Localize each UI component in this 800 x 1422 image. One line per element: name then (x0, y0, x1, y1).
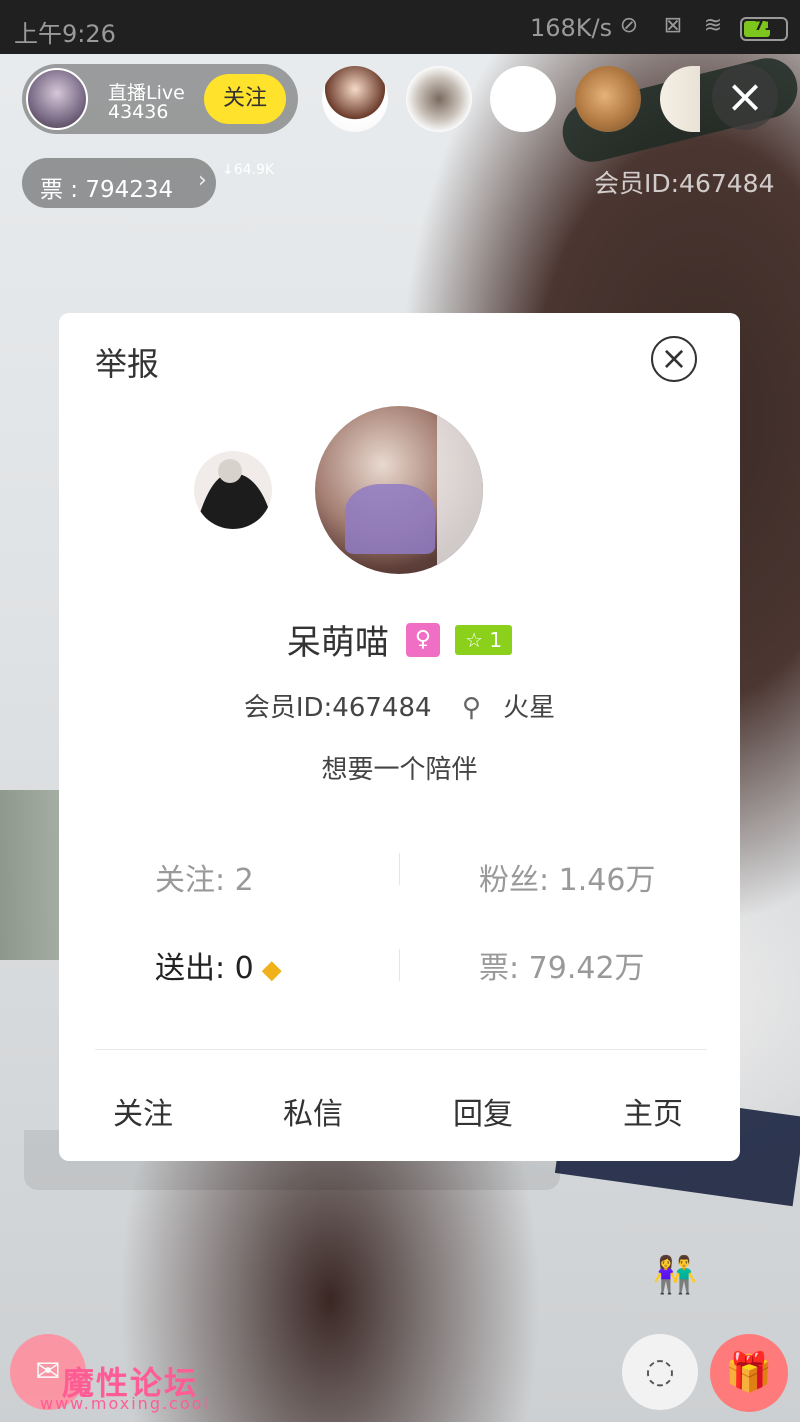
diamond-icon: ◆ (261, 955, 282, 985)
female-icon: ♀ (405, 622, 440, 657)
anchor-member-id: 会员ID:467484 (594, 169, 775, 198)
no-sim-icon: ⊠ (663, 13, 683, 38)
actions-divider (95, 1049, 707, 1050)
following-count[interactable]: 关注: 2 (155, 855, 254, 899)
viewer-avatar[interactable] (490, 66, 556, 132)
location: 火星 (503, 693, 556, 723)
fans-count[interactable]: 粉丝: 1.46万 (479, 855, 655, 899)
mute-icon: ⊘ (619, 13, 639, 38)
close-icon[interactable]: × (651, 336, 697, 382)
location-pin-icon: ⚲ (461, 693, 481, 723)
member-id: 会员ID:467484 (243, 693, 432, 723)
tickets-total: 票: 79.42万 (479, 951, 645, 986)
secondary-avatar-image (194, 459, 272, 529)
avatar-background (437, 406, 483, 574)
profile-dialog: 举报 × 呆萌喵 ♀ ☆ 1 会员ID:467484 ⚲ 火星 想要一个陪伴 关… (59, 313, 740, 1161)
viewer-avatar[interactable] (322, 66, 388, 132)
chevron-right-icon: › (198, 168, 207, 193)
anchor-viewer-count: 43436 (108, 101, 169, 123)
battery-icon: 71 (740, 17, 788, 41)
viewer-avatar[interactable] (575, 66, 641, 132)
profile-avatar[interactable] (315, 406, 483, 574)
nickname-row: 呆萌喵 ♀ ☆ 1 (59, 615, 740, 663)
battery-percent: 71 (754, 18, 774, 34)
stats-divider (399, 949, 400, 981)
sent-gifts[interactable]: 送出: 0 ◆ (155, 943, 282, 987)
stats-divider (399, 853, 400, 885)
sent-gifts-label: 送出: 0 (155, 951, 254, 986)
anchor-avatar[interactable] (26, 68, 88, 130)
level-badge: ☆ 1 (455, 624, 513, 655)
status-time: 上午9:26 (14, 20, 116, 48)
chat-icon[interactable]: ◌ (622, 1334, 698, 1410)
close-live-button[interactable]: × (712, 64, 778, 130)
tickets-label: 票 : 794234 (40, 177, 174, 203)
anchor-info-pill[interactable]: 直播Live 43436 关注 (22, 64, 298, 134)
report-link[interactable]: 举报 (95, 339, 159, 385)
level-value: 1 (489, 627, 503, 652)
couple-sticker-icon[interactable]: 👫 (646, 1254, 704, 1302)
signature: 想要一个陪伴 (321, 755, 478, 785)
secondary-avatar[interactable] (194, 451, 272, 529)
viewer-avatar[interactable] (406, 66, 472, 132)
follow-anchor-button[interactable]: 关注 (204, 74, 286, 124)
message-button[interactable]: 私信 (283, 1089, 343, 1133)
status-bar: 上午9:26 168K/s ⊘ ⊠ ≋ 71 (0, 0, 800, 54)
tickets-pill[interactable]: 票 : 794234 › (22, 158, 216, 208)
star-icon: ☆ (465, 627, 484, 652)
gift-icon[interactable]: 🎁 (710, 1334, 788, 1412)
nickname: 呆萌喵 (286, 623, 389, 663)
watermark-url: www.moxing.cool (40, 1394, 210, 1413)
homepage-button[interactable]: 主页 (623, 1089, 683, 1133)
follow-button[interactable]: 关注 (113, 1089, 173, 1133)
ticket-trend: ↓64.9K (222, 162, 275, 178)
avatar-figure (345, 484, 435, 554)
network-speed: 168K/s (530, 14, 613, 42)
reply-button[interactable]: 回复 (453, 1089, 513, 1133)
member-info-row: 会员ID:467484 ⚲ 火星 (59, 687, 740, 724)
wifi-icon: ≋ (703, 13, 723, 38)
